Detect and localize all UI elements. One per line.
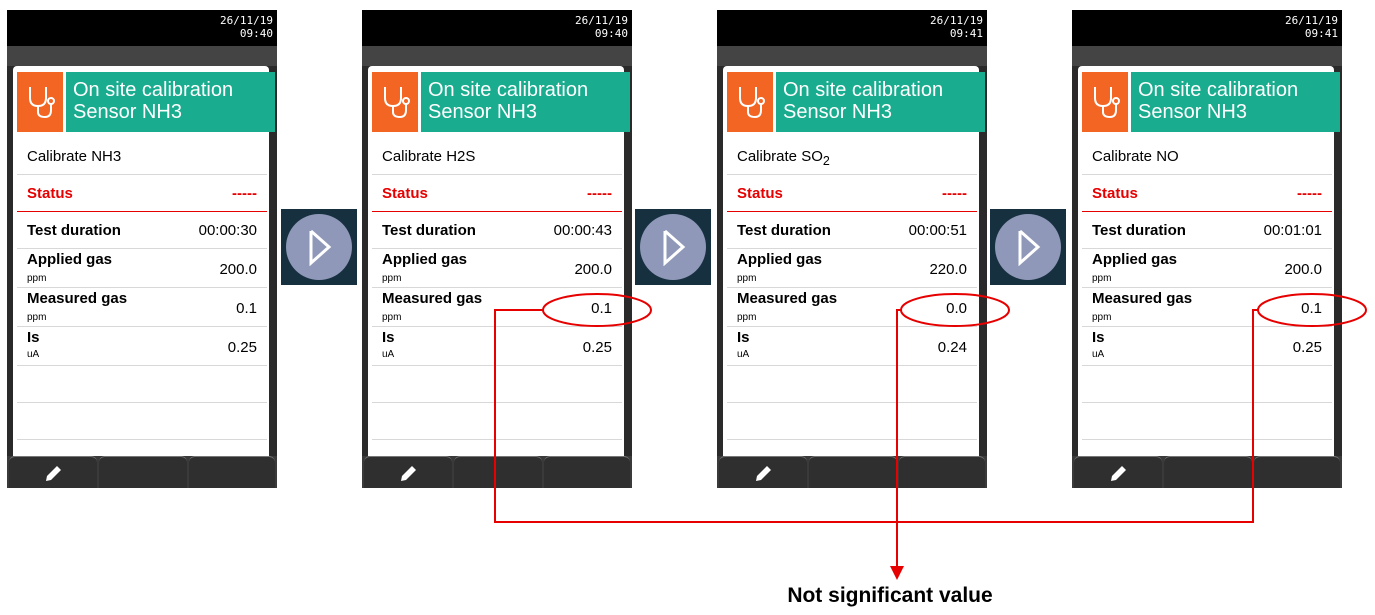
connector-line — [494, 309, 897, 523]
highlight-ellipse — [1257, 293, 1367, 327]
annotation-caption: Not significant value — [787, 584, 993, 607]
connector-line — [897, 309, 1258, 523]
highlight-ellipse — [542, 293, 652, 327]
connector-line — [896, 309, 901, 522]
arrow-head — [890, 566, 904, 580]
highlight-ellipse — [900, 293, 1010, 327]
annotation-overlay — [494, 293, 1367, 580]
